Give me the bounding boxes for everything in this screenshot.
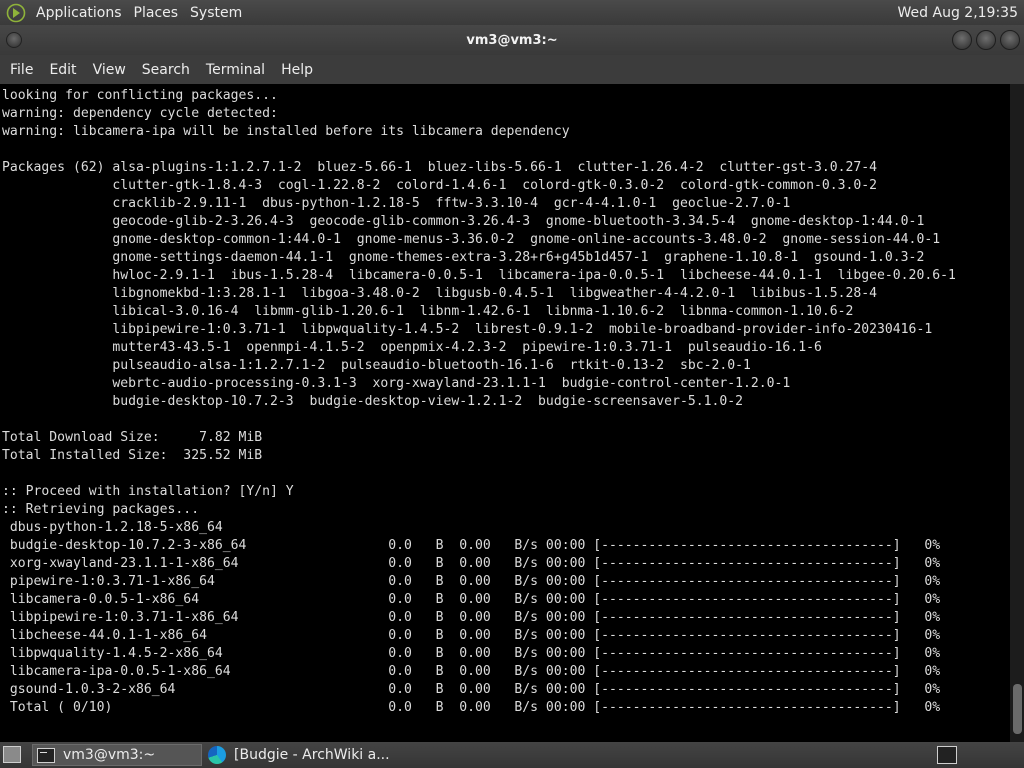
- terminal-line: warning: libcamera-ipa will be installed…: [2, 124, 570, 139]
- terminal-line: Total Download Size: 7.82 MiB: [2, 430, 263, 445]
- terminal-scrollbar[interactable]: [1010, 84, 1024, 742]
- window-menu-icon[interactable]: [6, 32, 22, 48]
- terminal-line: :: Proceed with installation? [Y/n] Y: [2, 484, 294, 499]
- edge-browser-icon: [208, 746, 226, 764]
- terminal-line: :: Retrieving packages...: [2, 502, 200, 517]
- terminal-line: Packages (62) alsa-plugins-1:1.2.7.1-2 b…: [2, 160, 878, 175]
- maximize-button[interactable]: [976, 30, 996, 50]
- terminal-line: hwloc-2.9.1-1 ibus-1.5.28-4 libcamera-0.…: [2, 268, 956, 283]
- terminal-line: pulseaudio-alsa-1:1.2.7.1-2 pulseaudio-b…: [2, 358, 751, 373]
- menu-search[interactable]: Search: [134, 62, 198, 78]
- terminal-line: budgie-desktop-10.7.2-3-x86_64 0.0 B 0.0…: [2, 538, 941, 553]
- terminal-line: libcamera-ipa-0.0.5-1-x86_64 0.0 B 0.00 …: [2, 664, 941, 679]
- terminal-line: geocode-glib-2-3.26.4-3 geocode-glib-com…: [2, 214, 925, 229]
- show-desktop-icon[interactable]: [3, 746, 21, 763]
- terminal-line: gnome-desktop-common-1:44.0-1 gnome-menu…: [2, 232, 941, 247]
- taskbar-item-terminal[interactable]: vm3@vm3:~: [32, 744, 202, 766]
- menu-view[interactable]: View: [85, 62, 134, 78]
- taskbar: vm3@vm3:~ [Budgie - ArchWiki a...: [0, 742, 1024, 768]
- terminal-line: warning: dependency cycle detected:: [2, 106, 278, 121]
- scrollbar-thumb[interactable]: [1013, 684, 1022, 734]
- taskbar-item-label: [Budgie - ArchWiki a...: [234, 747, 390, 763]
- workspace-switcher-icon[interactable]: [937, 746, 957, 764]
- terminal-line: looking for conflicting packages...: [2, 88, 278, 103]
- terminal-line: libpipewire-1:0.3.71-1-x86_64 0.0 B 0.00…: [2, 610, 941, 625]
- terminal-line: cracklib-2.9.11-1 dbus-python-1.2.18-5 f…: [2, 196, 791, 211]
- close-button[interactable]: [1000, 30, 1020, 50]
- system-menu[interactable]: System: [184, 5, 248, 21]
- terminal-line: pipewire-1:0.3.71-1-x86_64 0.0 B 0.00 B/…: [2, 574, 941, 589]
- terminal-line: clutter-gtk-1.8.4-3 cogl-1.22.8-2 colord…: [2, 178, 878, 193]
- places-menu[interactable]: Places: [128, 5, 185, 21]
- terminal-line: gsound-1.0.3-2-x86_64 0.0 B 0.00 B/s 00:…: [2, 682, 941, 697]
- taskbar-item-browser[interactable]: [Budgie - ArchWiki a...: [203, 744, 403, 766]
- terminal-area[interactable]: looking for conflicting packages... warni…: [0, 84, 1010, 742]
- menu-help[interactable]: Help: [273, 62, 321, 78]
- terminal-line: gnome-settings-daemon-44.1-1 gnome-theme…: [2, 250, 925, 265]
- taskbar-item-label: vm3@vm3:~: [63, 747, 156, 763]
- terminal-line: Total ( 0/10) 0.0 B 0.00 B/s 00:00 [----…: [2, 700, 941, 715]
- terminal-line: libcamera-0.0.5-1-x86_64 0.0 B 0.00 B/s …: [2, 592, 941, 607]
- window-controls: [952, 30, 1020, 50]
- distro-logo-icon[interactable]: [6, 3, 26, 23]
- terminal-line: libgnomekbd-1:3.28.1-1 libgoa-3.48.0-2 l…: [2, 286, 878, 301]
- terminal-line: budgie-desktop-10.7.2-3 budgie-desktop-v…: [2, 394, 744, 409]
- terminal-line: dbus-python-1.2.18-5-x86_64: [2, 520, 223, 535]
- minimize-button[interactable]: [952, 30, 972, 50]
- terminal-line: webrtc-audio-processing-0.3.1-3 xorg-xwa…: [2, 376, 791, 391]
- terminal-line: xorg-xwayland-23.1.1-1-x86_64 0.0 B 0.00…: [2, 556, 941, 571]
- terminal-line: libpipewire-1:0.3.71-1 libpwquality-1.4.…: [2, 322, 933, 337]
- applications-menu[interactable]: Applications: [30, 5, 128, 21]
- terminal-line: libpwquality-1.4.5-2-x86_64 0.0 B 0.00 B…: [2, 646, 941, 661]
- menu-terminal[interactable]: Terminal: [198, 62, 273, 78]
- terminal-menubar: File Edit View Search Terminal Help: [0, 55, 1024, 84]
- menu-file[interactable]: File: [2, 62, 41, 78]
- terminal-line: libical-3.0.16-4 libmm-glib-1.20.6-1 lib…: [2, 304, 854, 319]
- terminal-line: libcheese-44.0.1-1-x86_64 0.0 B 0.00 B/s…: [2, 628, 941, 643]
- top-panel: Applications Places System Wed Aug 2,19:…: [0, 0, 1024, 25]
- menu-edit[interactable]: Edit: [41, 62, 84, 78]
- terminal-output: looking for conflicting packages... warni…: [2, 87, 956, 717]
- terminal-icon: [37, 747, 55, 763]
- window-titlebar[interactable]: vm3@vm3:~: [0, 25, 1024, 55]
- window-title: vm3@vm3:~: [466, 32, 558, 48]
- terminal-line: mutter43-43.5-1 openmpi-4.1.5-2 openpmix…: [2, 340, 822, 355]
- panel-clock[interactable]: Wed Aug 2,19:35: [898, 5, 1018, 21]
- terminal-line: Total Installed Size: 325.52 MiB: [2, 448, 263, 463]
